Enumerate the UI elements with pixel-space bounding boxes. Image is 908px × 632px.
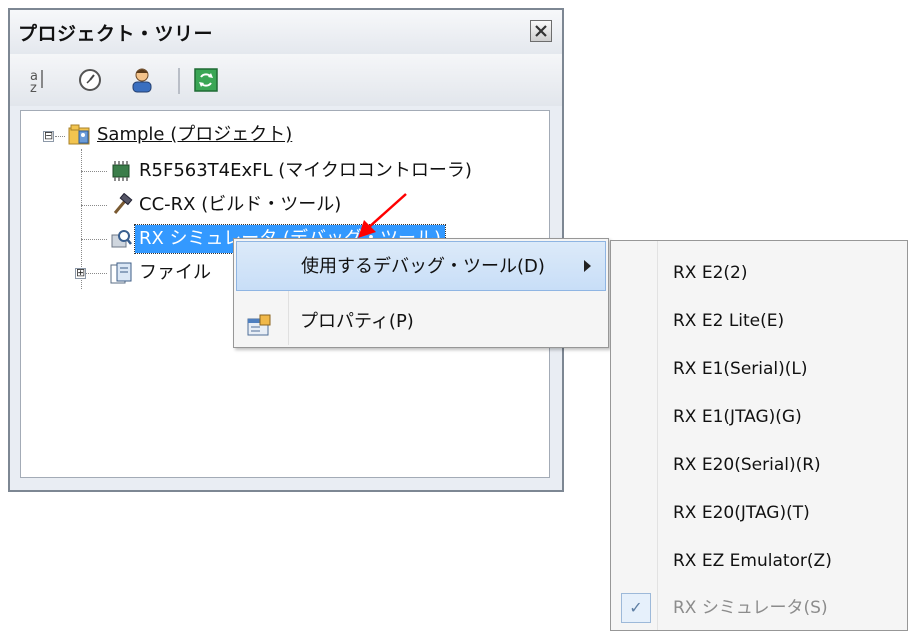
debug-tool-submenu: RX E2(2) RX E2 Lite(E) RX E1(Serial)(L) … — [610, 240, 908, 631]
properties-icon — [246, 309, 272, 336]
project-icon — [67, 123, 91, 147]
submenu-arrow-icon — [584, 260, 591, 272]
menu-item-use-debug-tool[interactable]: 使用するデバッグ・ツール(D) — [236, 241, 606, 291]
submenu-item-rx-e2-lite[interactable]: RX E2 Lite(E) — [673, 297, 784, 345]
tree-connector — [81, 239, 107, 240]
submenu-item-rx-e2[interactable]: RX E2(2) — [673, 249, 748, 297]
tree-node-label: CC-RX (ビルド・ツール) — [139, 194, 342, 215]
hammer-icon — [109, 192, 133, 217]
toolbar-separator — [178, 68, 180, 94]
tree-connector — [55, 136, 65, 137]
menu-gutter — [657, 241, 658, 630]
annotation-arrow — [358, 193, 407, 238]
context-menu: 使用するデバッグ・ツール(D) プロパティ(P) — [233, 238, 609, 348]
person-icon[interactable] — [128, 66, 156, 94]
tree-expand-icon[interactable]: a z — [24, 66, 52, 96]
clock-icon[interactable] — [76, 66, 104, 94]
submenu-item-rx-simulator: RX シミュレータ(S) — [673, 598, 828, 618]
close-icon[interactable] — [530, 20, 552, 42]
tree-node-label: R5F563T4ExFL (マイクロコントローラ) — [139, 160, 472, 181]
menu-item-label: プロパティ(P) — [300, 311, 414, 332]
submenu-item-rx-e1-serial[interactable]: RX E1(Serial)(L) — [673, 345, 808, 393]
chip-icon — [109, 159, 133, 183]
menu-item-label: 使用するデバッグ・ツール(D) — [301, 256, 545, 277]
svg-text:z: z — [30, 81, 37, 94]
panel-toolbar: a z — [10, 54, 562, 106]
tree-node-label: ファイル — [139, 262, 211, 283]
submenu-item-rx-e20-serial[interactable]: RX E20(Serial)(R) — [673, 441, 821, 489]
tree-connector — [81, 205, 107, 206]
menu-item-properties[interactable]: プロパティ(P) — [236, 297, 606, 347]
tree-node-label: Sample (プロジェクト) — [97, 124, 293, 145]
panel-title-bar[interactable]: プロジェクト・ツリー — [10, 10, 562, 55]
refresh-icon[interactable] — [192, 66, 220, 94]
debug-tool-icon — [109, 227, 133, 251]
tree-connector — [85, 273, 107, 274]
submenu-item-rx-e20-jtag[interactable]: RX E20(JTAG)(T) — [673, 489, 810, 537]
file-folder-icon — [109, 261, 133, 285]
submenu-item-rx-ez-emulator[interactable]: RX EZ Emulator(Z) — [673, 537, 832, 585]
check-icon: ✓ — [621, 593, 651, 623]
tree-connector — [81, 171, 107, 172]
panel-title: プロジェクト・ツリー — [18, 23, 214, 45]
expand-expander[interactable]: ⊞ — [75, 267, 86, 279]
collapse-expander[interactable]: ⊟ — [43, 130, 54, 142]
submenu-item-rx-e1-jtag[interactable]: RX E1(JTAG)(G) — [673, 393, 802, 441]
